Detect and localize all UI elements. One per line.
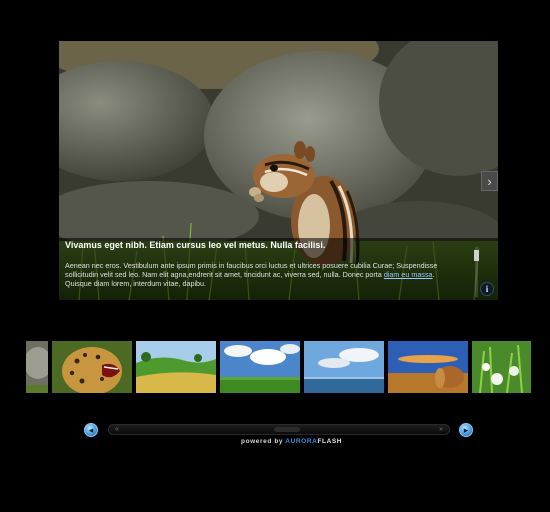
thumbnail-scrollbar[interactable]: « » — [108, 424, 450, 435]
info-button[interactable]: i — [480, 282, 494, 296]
info-icon: i — [485, 284, 489, 294]
thumbnail-rock[interactable] — [26, 341, 48, 393]
arrow-left-icon: ◂ — [88, 424, 94, 435]
caption-scroll-thumb[interactable] — [474, 250, 479, 261]
powered-by-prefix: powered by — [241, 438, 286, 445]
thumbnail-field-and-clouds[interactable] — [220, 341, 300, 393]
next-slide-button[interactable]: › — [481, 171, 498, 191]
thumbnail-sea-horizon[interactable] — [304, 341, 384, 393]
caption-scrollbar[interactable] — [474, 247, 479, 297]
thumbnail-white-flowers[interactable] — [472, 341, 531, 393]
main-slide: › Vivamus eget nibh. Etiam cursus leo ve… — [59, 41, 498, 300]
thumbnail-jaguar[interactable] — [52, 341, 132, 393]
chevron-right-icon: › — [487, 173, 492, 189]
caption-panel: Vivamus eget nibh. Etiam cursus leo vel … — [59, 238, 498, 300]
thumbnail-hay-bale[interactable] — [388, 341, 468, 393]
double-chevron-left-icon[interactable]: « — [115, 425, 119, 434]
caption-body: Aenean nec eros. Vestibulum ante ipsum p… — [65, 261, 463, 288]
thumbnail-prev-button[interactable]: ◂ — [84, 423, 98, 437]
arrow-right-icon: ▸ — [463, 424, 469, 435]
caption-title: Vivamus eget nibh. Etiam cursus leo vel … — [65, 240, 326, 250]
thumbnail-next-button[interactable]: ▸ — [459, 423, 473, 437]
powered-by-label: powered by AURORAFLASH — [241, 438, 342, 445]
brand-name-part2: FLASH — [317, 438, 343, 445]
brand-name-part1: AURORA — [285, 438, 318, 445]
thumbnail-scroll-handle[interactable] — [274, 427, 300, 432]
caption-text: Aenean nec eros. Vestibulum ante ipsum p… — [65, 261, 438, 279]
caption-link[interactable]: diam eu massa — [384, 270, 433, 279]
thumbnail-green-hills[interactable] — [136, 341, 216, 393]
double-chevron-right-icon[interactable]: » — [439, 425, 443, 434]
